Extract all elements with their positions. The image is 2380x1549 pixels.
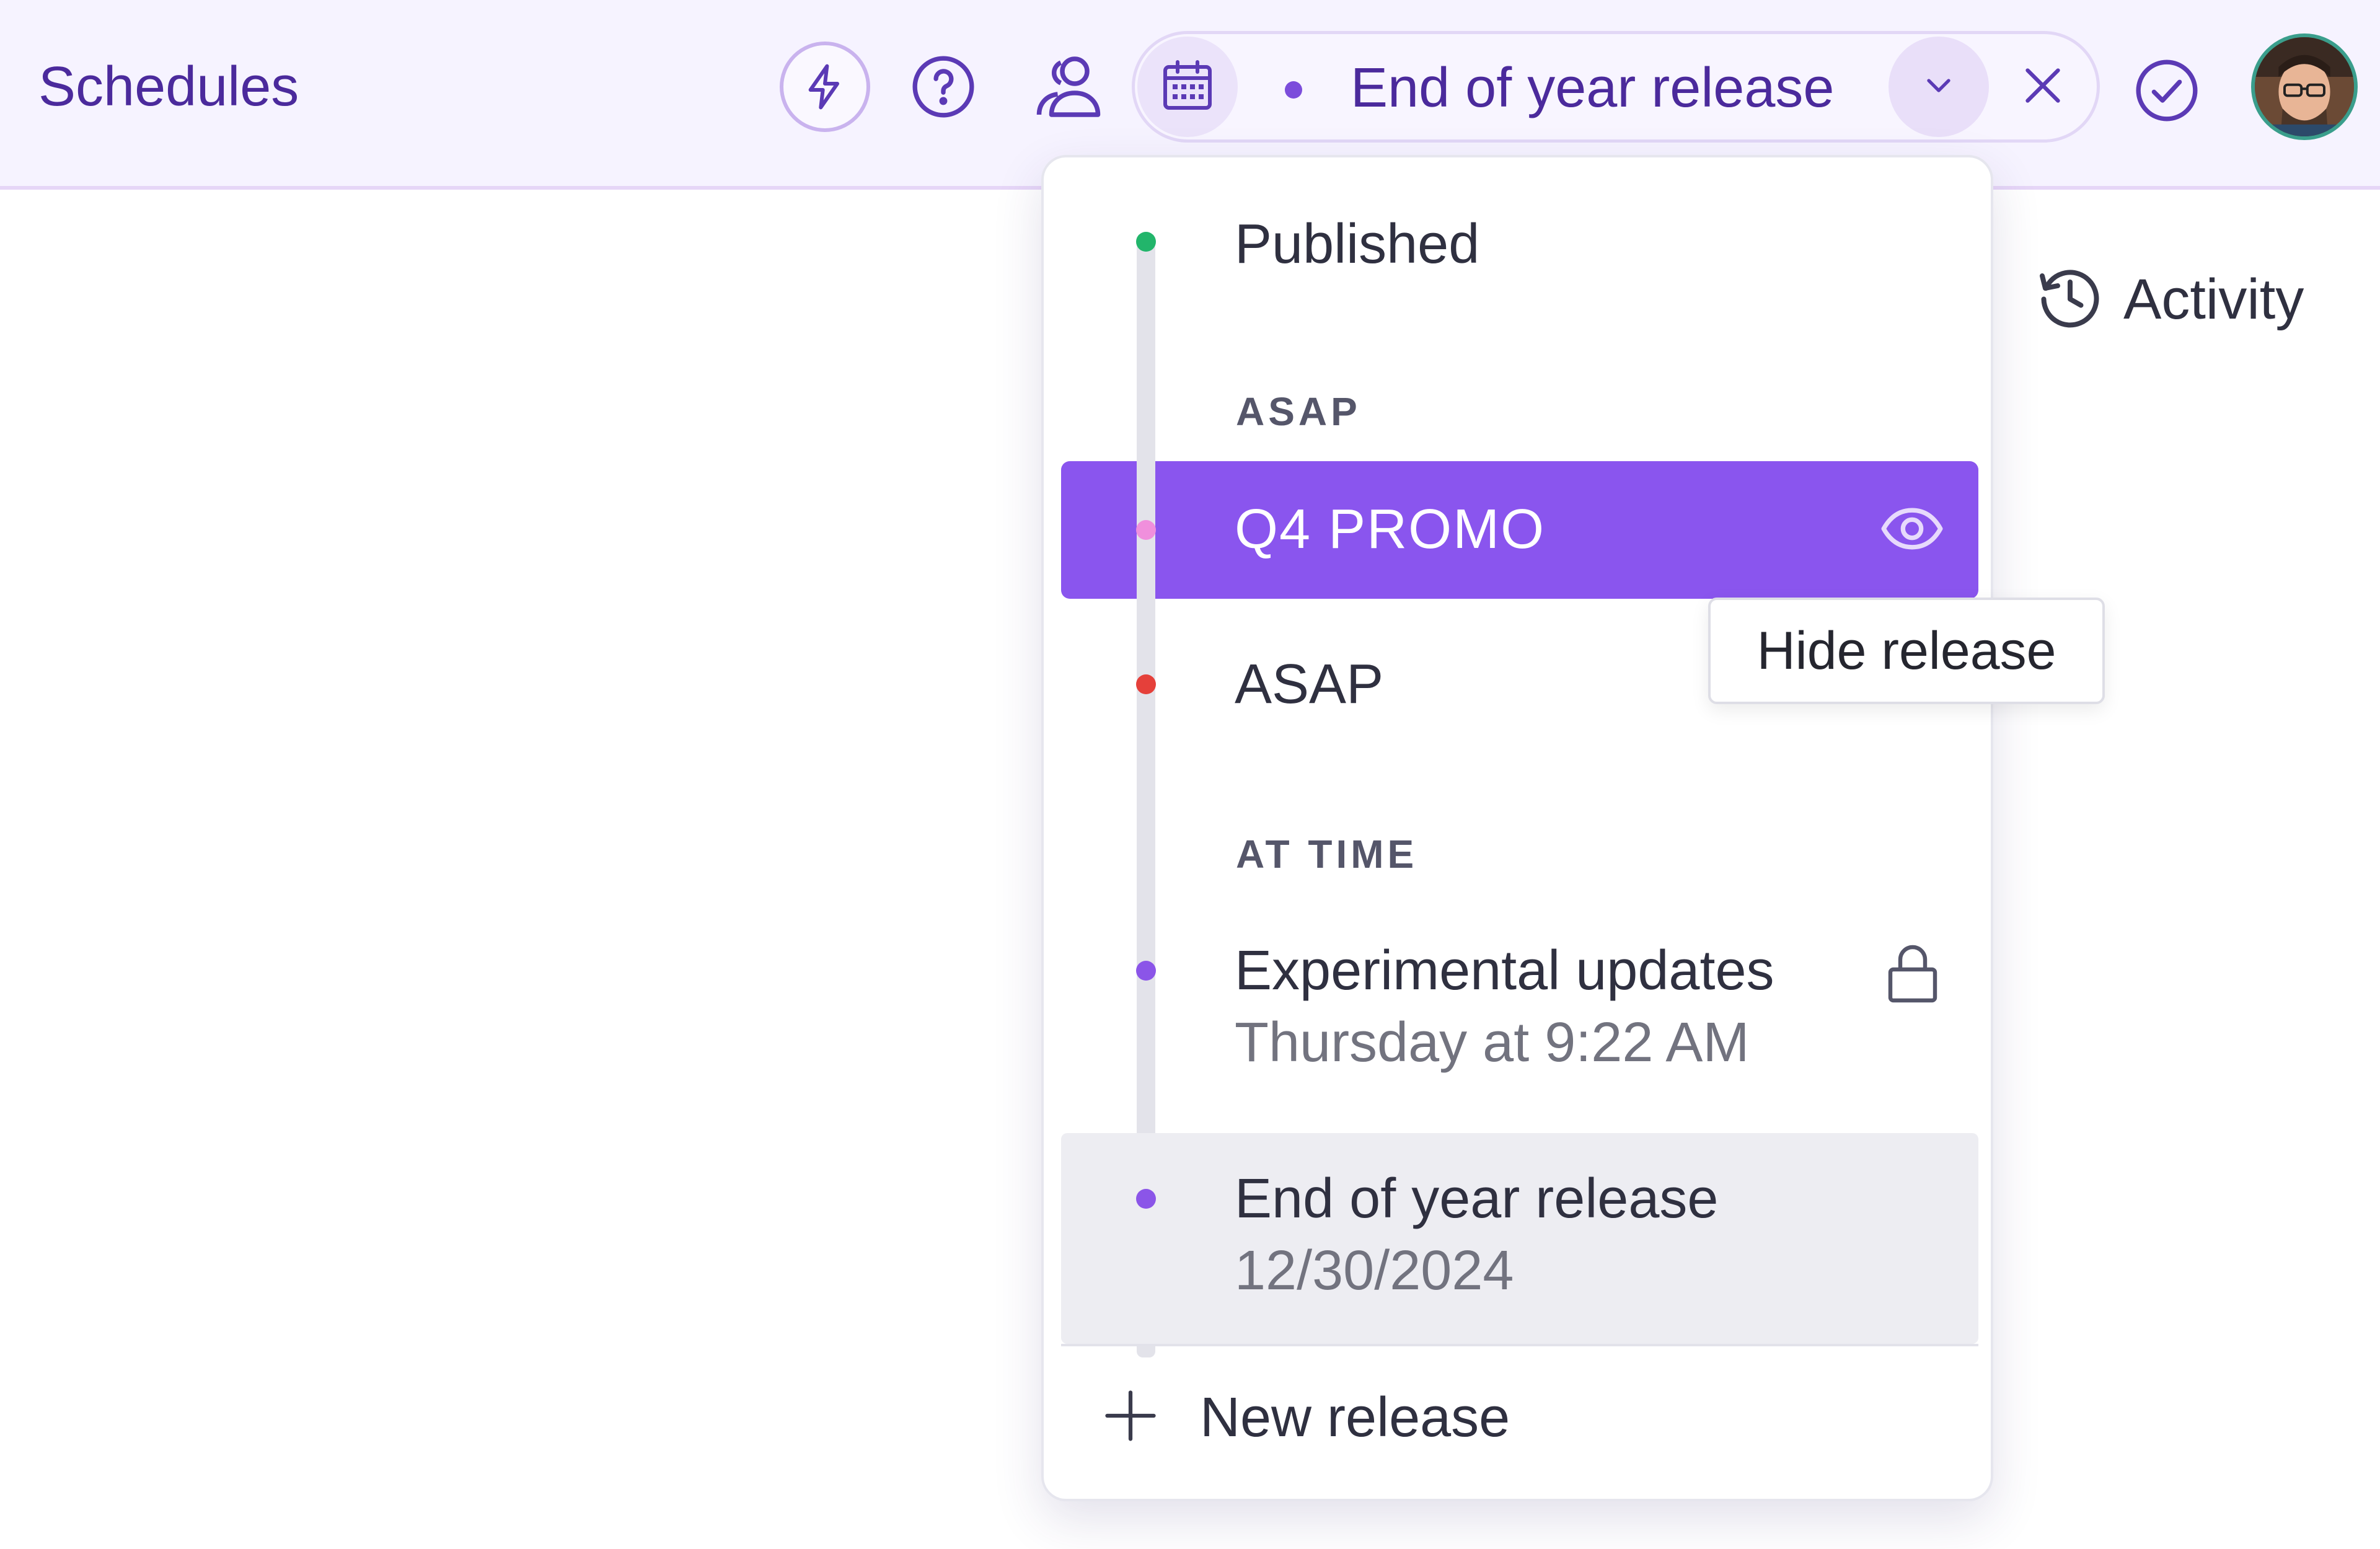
avatar-portrait — [2255, 37, 2354, 136]
eye-icon — [1878, 495, 1946, 566]
help-icon — [909, 53, 977, 121]
page-title: Schedules — [38, 56, 299, 118]
release-dropdown-menu: Published ASAP Q4 PROMO ASAP AT TIME Exp… — [1041, 155, 1993, 1501]
release-dropdown-toggle[interactable] — [1889, 37, 1989, 137]
close-icon — [2017, 60, 2069, 115]
release-item-date: Thursday at 9:22 AM — [1235, 1012, 1750, 1074]
schedules-page: Schedules End of year release Activity P… — [0, 0, 2380, 1549]
release-color-dot — [1285, 81, 1302, 99]
release-item-date: 12/30/2024 — [1235, 1240, 1514, 1302]
new-release-label: New release — [1200, 1386, 1510, 1449]
people-icon — [1031, 50, 1106, 124]
calendar-button[interactable] — [1137, 37, 1238, 137]
section-header-asap: ASAP — [1236, 389, 1361, 434]
help-button[interactable] — [906, 50, 981, 124]
hide-release-button[interactable] — [1878, 496, 1946, 564]
lightning-button[interactable] — [780, 42, 870, 132]
check-circle-icon — [2133, 56, 2201, 125]
status-dot-published — [1136, 232, 1156, 252]
collaborators-button[interactable] — [1030, 48, 1107, 125]
chevron-down-icon — [1919, 66, 1959, 108]
status-dot-experimental — [1136, 961, 1156, 981]
plus-icon — [1100, 1385, 1161, 1450]
calendar-icon — [1158, 56, 1217, 118]
release-item-q4-promo[interactable]: Q4 PROMO — [1061, 461, 1978, 599]
publish-button[interactable] — [2126, 50, 2208, 131]
release-item-label: ASAP — [1235, 653, 1384, 715]
menu-divider — [1061, 1344, 1978, 1346]
release-item-label: Experimental updates — [1235, 940, 1774, 1002]
release-item-end-of-year[interactable] — [1061, 1133, 1978, 1344]
current-release-label: End of year release — [1351, 57, 1835, 119]
tooltip: Hide release — [1708, 598, 2105, 704]
activity-button[interactable]: Activity — [2033, 260, 2304, 338]
status-dot-asap — [1136, 674, 1156, 694]
history-icon — [2033, 260, 2107, 338]
timeline-end-spacer — [1137, 1133, 1155, 1351]
release-item-label: End of year release — [1235, 1168, 1719, 1230]
lock-icon — [1885, 942, 1940, 1007]
activity-label: Activity — [2123, 267, 2304, 331]
status-dot-q4-promo — [1136, 520, 1156, 540]
status-dot-end-of-year — [1136, 1189, 1156, 1209]
release-selector[interactable]: End of year release — [1132, 31, 2100, 143]
user-avatar[interactable] — [2251, 33, 2358, 140]
new-release-button[interactable]: New release — [1100, 1385, 1510, 1450]
section-header-at-time: AT TIME — [1236, 832, 1418, 876]
clear-release-button[interactable] — [2003, 46, 2083, 127]
bolt-icon — [800, 62, 850, 112]
tooltip-text: Hide release — [1756, 621, 2056, 681]
release-item-label: Q4 PROMO — [1235, 498, 1546, 560]
release-item-label: Published — [1235, 213, 1480, 275]
